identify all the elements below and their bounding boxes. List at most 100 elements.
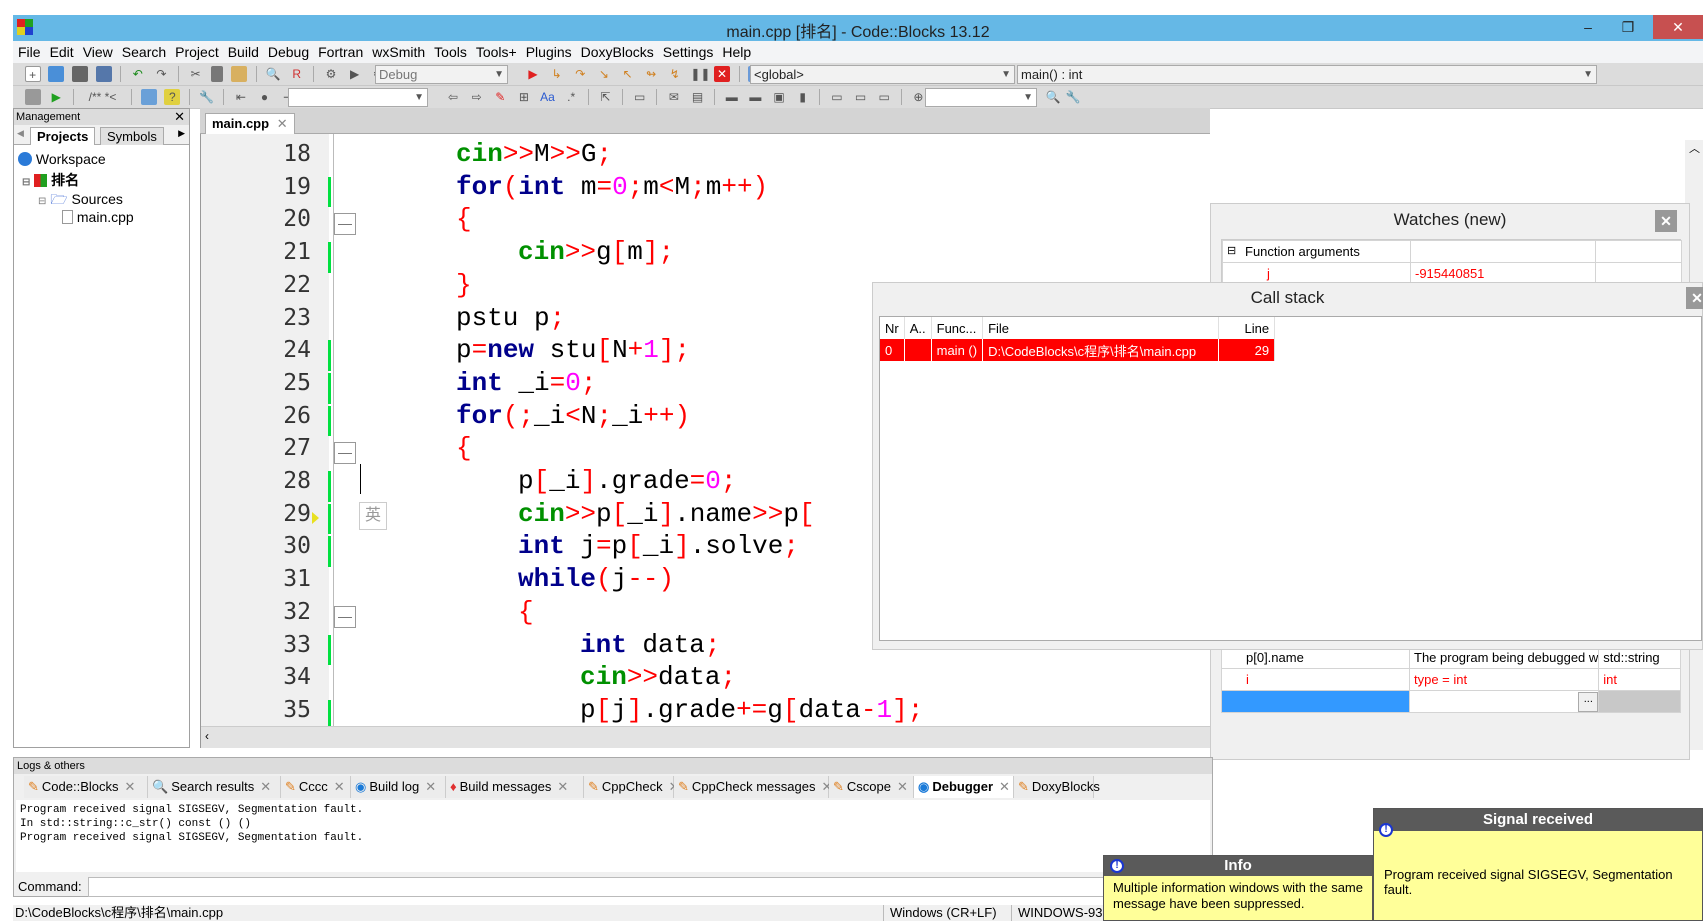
watch-group-row[interactable]: ⊟ Function arguments bbox=[1222, 240, 1682, 263]
menu-search[interactable]: Search bbox=[117, 41, 170, 60]
incremental-search-input[interactable]: ▼ bbox=[288, 88, 428, 107]
menu-wxsmith[interactable]: wxSmith bbox=[367, 41, 429, 60]
callstack-close-icon[interactable]: ✕ bbox=[1686, 287, 1703, 309]
menu-file[interactable]: File bbox=[13, 41, 45, 60]
run-arrow-icon[interactable]: ▶ bbox=[48, 89, 64, 105]
find-icon[interactable]: 🔍 bbox=[265, 66, 281, 82]
block-icon[interactable]: ▭ bbox=[632, 89, 648, 105]
step-out-icon[interactable]: ↖ bbox=[620, 66, 636, 82]
step-into-icon[interactable]: ↘ bbox=[596, 66, 612, 82]
log-tab-cscope[interactable]: ✎ Cscope ✕ bbox=[829, 776, 914, 798]
menu-help[interactable]: Help bbox=[717, 41, 755, 60]
tab-symbols[interactable]: Symbols bbox=[100, 127, 164, 145]
code-line[interactable]: cin>>p[_i].name>>p[ bbox=[518, 498, 815, 531]
build-icon[interactable]: ⚙ bbox=[323, 66, 339, 82]
fold-toggle-icon[interactable] bbox=[334, 213, 356, 236]
next-instruction-icon[interactable]: ↬ bbox=[643, 66, 659, 82]
menu-build[interactable]: Build bbox=[223, 41, 263, 60]
scope-select[interactable]: <global> ▼ bbox=[750, 65, 1015, 84]
comment-box-button[interactable]: /** *< bbox=[83, 89, 123, 105]
search-prev-icon[interactable]: ⇦ bbox=[445, 89, 461, 105]
next-line-icon[interactable]: ↷ bbox=[572, 66, 588, 82]
menu-tools-plus[interactable]: Tools+ bbox=[471, 41, 521, 60]
log-tab-build-log[interactable]: ◉ Build log ✕ bbox=[351, 776, 446, 798]
close-tab-icon[interactable]: ✕ bbox=[557, 779, 568, 794]
shape2-icon[interactable]: ▬ bbox=[747, 89, 763, 105]
code-line[interactable]: cin>>data; bbox=[580, 661, 736, 694]
callstack-list[interactable]: Nr A.. Func... File Line 0 main () D:\Co… bbox=[879, 316, 1702, 641]
code-line[interactable]: int _i=0; bbox=[456, 367, 596, 400]
stop-debugger-icon[interactable]: ✕ bbox=[714, 66, 730, 82]
paste-icon[interactable] bbox=[230, 66, 247, 82]
tools-icon[interactable]: 🔧 bbox=[1065, 89, 1081, 105]
log-tab-cppcheck-messages[interactable]: ✎ CppCheck messages ✕ bbox=[674, 776, 832, 798]
command-input[interactable] bbox=[88, 877, 1210, 897]
highlight-icon[interactable]: ✎ bbox=[492, 89, 508, 105]
close-tab-icon[interactable]: ✕ bbox=[897, 779, 908, 794]
watch-row[interactable]: i type = int int bbox=[1221, 668, 1681, 691]
help-icon[interactable]: ? bbox=[164, 89, 181, 105]
code-line[interactable]: cin>>M>>G; bbox=[456, 138, 612, 171]
stack-icon[interactable] bbox=[24, 89, 41, 105]
log-tab-build-messages[interactable]: ♦ Build messages ✕ bbox=[446, 776, 584, 798]
log-tab-cppcheck[interactable]: ✎CppCheck✕ bbox=[584, 776, 680, 798]
menu-doxyblocks[interactable]: DoxyBlocks bbox=[576, 41, 658, 60]
code-line[interactable]: int data; bbox=[580, 629, 720, 662]
tree-item-project[interactable]: ⊟ 排名 bbox=[22, 170, 79, 190]
save-icon[interactable] bbox=[71, 66, 88, 82]
doc-icon[interactable]: ▤ bbox=[690, 89, 706, 105]
shape3-icon[interactable]: ▣ bbox=[771, 89, 787, 105]
code-line[interactable]: for(int m=0;m<M;m++) bbox=[456, 171, 768, 204]
log-tab-search-results[interactable]: 🔍 Search results ✕ bbox=[148, 776, 281, 798]
selected-text-icon[interactable]: ⊞ bbox=[516, 89, 532, 105]
column-header-line[interactable]: Line bbox=[1218, 317, 1276, 339]
step-into-instruction-icon[interactable]: ↯ bbox=[667, 66, 683, 82]
log-tab-code-blocks[interactable]: ✎ Code::Blocks ✕ bbox=[24, 776, 148, 798]
code-line[interactable]: p[j].grade+=g[data-1]; bbox=[580, 694, 923, 727]
log-tab-doxyblocks[interactable]: ✎ DoxyBlocks bbox=[1014, 776, 1100, 798]
fold-toggle-icon[interactable] bbox=[334, 605, 356, 628]
watches-close-icon[interactable]: ✕ bbox=[1655, 210, 1677, 232]
mail-icon[interactable]: ✉ bbox=[666, 89, 682, 105]
code-line[interactable]: for(;_i<N;_i++) bbox=[456, 400, 690, 433]
code-line[interactable]: p[_i].grade=0; bbox=[518, 465, 737, 498]
column-header-nr[interactable]: Nr bbox=[880, 317, 905, 339]
open-icon[interactable] bbox=[48, 66, 65, 82]
menu-debug[interactable]: Debug bbox=[263, 41, 313, 60]
search-next-icon[interactable]: ⇨ bbox=[469, 89, 485, 105]
close-tab-icon[interactable]: ✕ bbox=[277, 116, 288, 131]
code-line[interactable]: while(j--) bbox=[518, 563, 674, 596]
debug-start-icon[interactable]: ▶ bbox=[525, 66, 541, 82]
log-tab-cccc[interactable]: ✎ Cccc ✕ bbox=[281, 776, 351, 798]
copy-icon[interactable] bbox=[211, 66, 224, 82]
signal-popup[interactable]: Signal received ! Program received signa… bbox=[1373, 808, 1703, 921]
menu-settings[interactable]: Settings bbox=[658, 41, 718, 60]
code-line[interactable]: } bbox=[456, 269, 472, 302]
select-pointer-icon[interactable]: ⇱ bbox=[597, 89, 613, 105]
close-button[interactable]: ✕ bbox=[1653, 15, 1703, 39]
tree-item-main-cpp[interactable]: main.cpp bbox=[62, 209, 134, 225]
code-line[interactable]: int j=p[_i].solve; bbox=[518, 530, 799, 563]
edit-watch-button[interactable]: ... bbox=[1578, 692, 1598, 712]
shape6-icon[interactable]: ▭ bbox=[853, 89, 869, 105]
tab-projects[interactable]: Projects bbox=[30, 127, 96, 145]
new-watch-name-input[interactable] bbox=[1221, 690, 1410, 713]
scroll-left-icon[interactable]: ‹ bbox=[205, 729, 209, 743]
horizontal-scrollbar[interactable]: ‹ bbox=[201, 726, 1211, 748]
doxy-icon[interactable] bbox=[140, 89, 157, 105]
zoom-in-icon[interactable]: ⊕ bbox=[910, 89, 926, 105]
code-line[interactable]: { bbox=[456, 203, 472, 236]
code-line[interactable]: { bbox=[518, 596, 534, 629]
collapse-icon[interactable]: ⊟ bbox=[22, 177, 30, 188]
bookmark-icon[interactable]: ● bbox=[257, 89, 273, 105]
shape4-icon[interactable]: ▮ bbox=[795, 89, 811, 105]
regex-icon[interactable]: .* bbox=[563, 89, 579, 105]
wrench-icon[interactable]: 🔧 bbox=[199, 89, 215, 105]
menu-view[interactable]: View bbox=[78, 41, 117, 60]
column-header-file[interactable]: File bbox=[982, 317, 1220, 339]
column-header-address[interactable]: A.. bbox=[904, 317, 932, 339]
close-tab-icon[interactable]: ✕ bbox=[334, 779, 345, 794]
restore-button[interactable]: ❐ bbox=[1608, 15, 1648, 39]
shape7-icon[interactable]: ▭ bbox=[876, 89, 892, 105]
collapse-icon[interactable]: ⊟ bbox=[1227, 244, 1236, 257]
